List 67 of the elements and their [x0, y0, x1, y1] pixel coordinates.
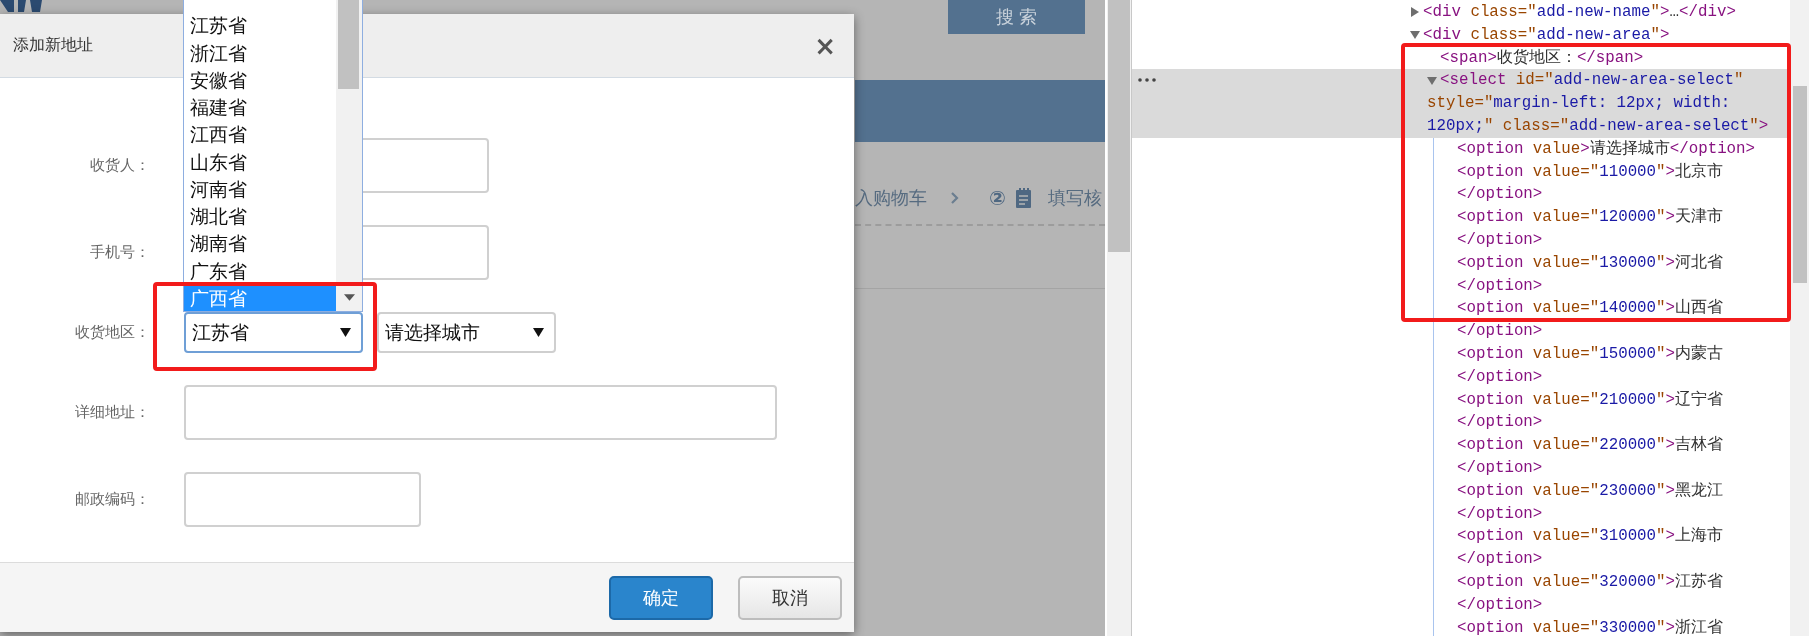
- field-label: 邮政编码：: [74, 490, 151, 509]
- close-button[interactable]: ×: [810, 32, 840, 59]
- code-line: </option>: [1457, 321, 1543, 343]
- code-line: </option>: [1457, 594, 1543, 616]
- code-line: </option>: [1457, 457, 1543, 479]
- code-line: <option value="330000">浙江省: [1457, 617, 1724, 636]
- code-line: <option value="120000">天津市: [1457, 206, 1724, 229]
- confirm-button[interactable]: 确定: [609, 575, 713, 620]
- dropdown-option[interactable]: 安徽省: [184, 66, 336, 94]
- code-line: <option value="130000">河北省: [1457, 252, 1724, 274]
- step-number: ②: [989, 186, 1006, 210]
- field-label: 手机号：: [89, 243, 151, 262]
- dropdown-option[interactable]: 江西省: [184, 121, 336, 149]
- input-field[interactable]: [184, 472, 421, 527]
- dropdown-option[interactable]: 福建省: [184, 94, 336, 122]
- cancel-button[interactable]: 取消: [738, 575, 842, 620]
- dialog-title: 添加新地址: [13, 35, 93, 56]
- code-line: </option>: [1457, 503, 1543, 525]
- code-line: <option value="320000">江苏省: [1457, 571, 1724, 593]
- code-line: <div class="add-new-area">: [1423, 24, 1670, 46]
- code-line: <option value="230000">黑龙江: [1457, 480, 1724, 502]
- input-field[interactable]: [184, 385, 777, 440]
- chevron-icon: [951, 192, 959, 204]
- more-icon[interactable]: [1138, 78, 1156, 83]
- code-line: </option>: [1457, 366, 1543, 388]
- step-label: 入购物车: [855, 186, 927, 210]
- code-line: <option value="220000">吉林省: [1457, 435, 1724, 457]
- dropdown-option[interactable]: 浙江省: [184, 39, 336, 67]
- dropdown-option[interactable]: 江苏省: [184, 12, 336, 40]
- code-line: <option value="110000">北京市: [1457, 161, 1724, 183]
- dropdown-option[interactable]: 湖南省: [184, 230, 336, 258]
- code-line: </option>: [1457, 549, 1543, 571]
- code-line: </option>: [1457, 229, 1543, 251]
- code-line: 120px;" class="add-new-area-select">: [1427, 116, 1769, 137]
- code-line: <option value="310000">上海市: [1457, 525, 1724, 548]
- caret-icon[interactable]: [344, 294, 355, 301]
- code-line: <option value>请选择城市</option>: [1457, 138, 1756, 160]
- code-line: <span>收货地区：</span>: [1440, 47, 1644, 69]
- code-line: <div class="add-new-name">…</div>: [1423, 2, 1736, 23]
- notepad-icon: [1013, 187, 1034, 209]
- logo-icon: [0, 0, 42, 12]
- dropdown-option[interactable]: 河南省: [184, 175, 336, 203]
- code-line: </option>: [1457, 412, 1543, 434]
- field-label: 收货地区：: [74, 323, 151, 342]
- dropdown-option[interactable]: 山东省: [184, 148, 336, 176]
- code-line: style="margin-left: 12px; width:: [1427, 93, 1731, 115]
- caret-icon: [340, 328, 351, 337]
- triangle-icon[interactable]: [1410, 30, 1420, 41]
- code-line: </option>: [1457, 275, 1543, 297]
- code-line: </option>: [1457, 184, 1543, 206]
- caret-icon: [533, 328, 544, 337]
- select-field[interactable]: 江苏省: [184, 312, 363, 353]
- dropdown-option[interactable]: 湖北省: [184, 203, 336, 231]
- step-label: 填写核: [1047, 186, 1102, 210]
- code-line: <option value="140000">山西省: [1457, 298, 1724, 320]
- triangle-icon[interactable]: [1427, 75, 1437, 86]
- code-line: <option value="150000">内蒙古: [1457, 343, 1724, 365]
- dropdown-option[interactable]: 广东省: [184, 257, 336, 285]
- field-label: 详细地址：: [74, 403, 151, 422]
- triangle-icon[interactable]: [1410, 7, 1420, 18]
- scrollbar-thumb[interactable]: [338, 0, 359, 89]
- scrollbar-thumb[interactable]: [1108, 0, 1130, 252]
- scrollbar-thumb[interactable]: [1793, 86, 1807, 283]
- select-field[interactable]: 请选择城市: [377, 312, 556, 353]
- field-label: 收货人：: [89, 156, 151, 175]
- code-line: <option value="210000">辽宁省: [1457, 389, 1724, 411]
- code-line: <select id="add-new-area-select": [1440, 70, 1744, 92]
